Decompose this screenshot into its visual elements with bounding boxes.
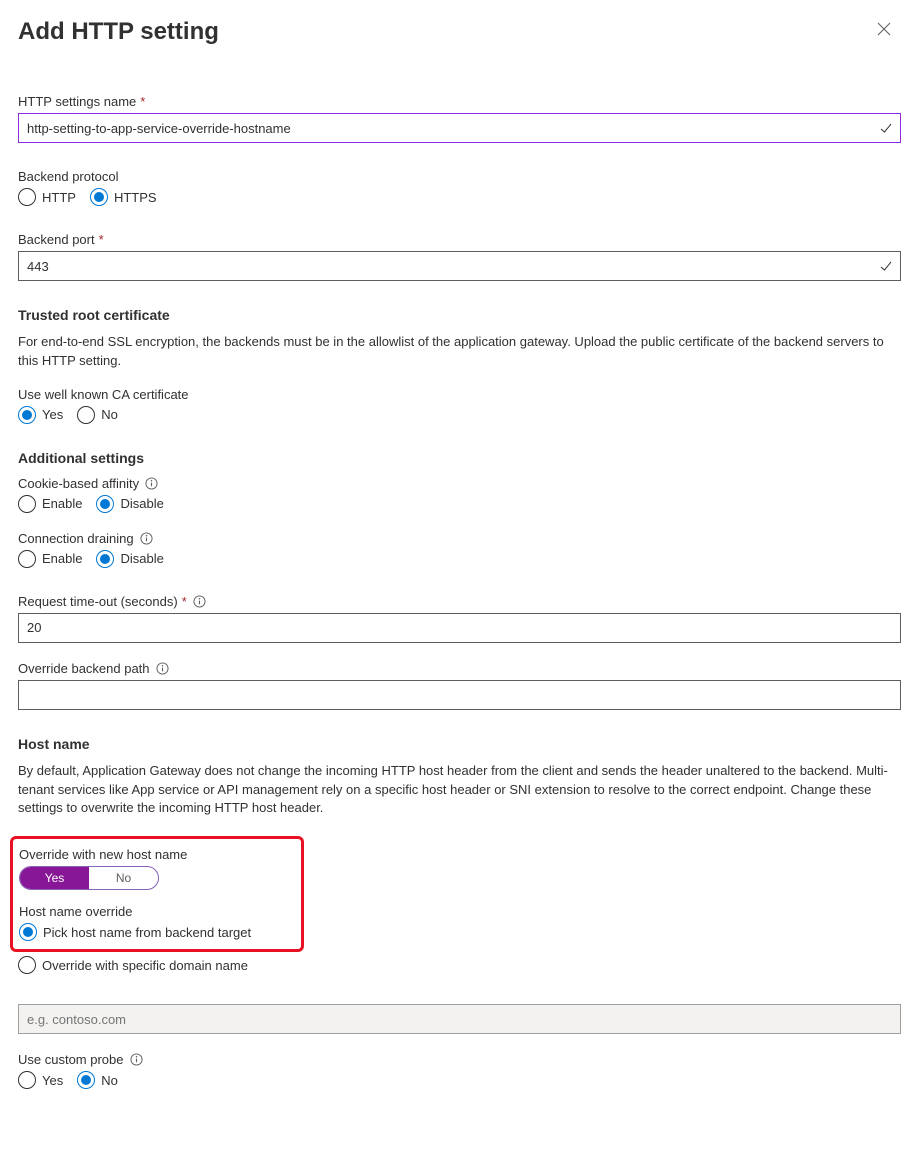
override-new-host-label: Override with new host name	[19, 847, 291, 862]
info-icon[interactable]	[193, 595, 206, 608]
override-new-host-yes[interactable]: Yes	[20, 867, 89, 889]
well-known-ca-yes-radio[interactable]: Yes	[18, 406, 63, 424]
close-button[interactable]	[877, 22, 895, 40]
request-timeout-input[interactable]	[18, 613, 901, 643]
page-title: Add HTTP setting	[18, 18, 219, 46]
radio-icon	[18, 188, 36, 206]
info-icon[interactable]	[156, 662, 169, 675]
override-new-host-toggle[interactable]: Yes No	[19, 866, 159, 890]
override-new-host-no[interactable]: No	[89, 867, 158, 889]
radio-icon	[18, 550, 36, 568]
cookie-affinity-label: Cookie-based affinity	[18, 476, 901, 491]
additional-settings-heading: Additional settings	[18, 450, 901, 466]
override-backend-path-input[interactable]	[18, 680, 901, 710]
override-backend-path-label: Override backend path	[18, 661, 901, 676]
radio-icon	[18, 406, 36, 424]
radio-icon	[19, 923, 37, 941]
radio-icon	[18, 956, 36, 974]
cookie-affinity-enable-radio[interactable]: Enable	[18, 495, 82, 513]
radio-icon	[77, 1071, 95, 1089]
well-known-ca-no-radio[interactable]: No	[77, 406, 118, 424]
connection-draining-enable-radio[interactable]: Enable	[18, 550, 82, 568]
well-known-ca-label: Use well known CA certificate	[18, 387, 901, 402]
host-name-override-specific-domain-radio[interactable]: Override with specific domain name	[18, 956, 901, 974]
host-name-heading: Host name	[18, 736, 901, 752]
host-name-override-pick-backend-radio[interactable]: Pick host name from backend target	[19, 923, 291, 941]
http-settings-name-label: HTTP settings name*	[18, 94, 901, 109]
trusted-root-heading: Trusted root certificate	[18, 307, 901, 323]
host-name-override-label: Host name override	[19, 904, 291, 919]
radio-icon	[18, 495, 36, 513]
trusted-root-desc: For end-to-end SSL encryption, the backe…	[18, 333, 901, 371]
backend-protocol-https-radio[interactable]: HTTPS	[90, 188, 157, 206]
radio-icon	[96, 550, 114, 568]
backend-protocol-label: Backend protocol	[18, 169, 901, 184]
connection-draining-disable-radio[interactable]: Disable	[96, 550, 163, 568]
backend-protocol-http-radio[interactable]: HTTP	[18, 188, 76, 206]
info-icon[interactable]	[145, 477, 158, 490]
custom-probe-no-radio[interactable]: No	[77, 1071, 118, 1089]
host-name-desc: By default, Application Gateway does not…	[18, 762, 901, 819]
use-custom-probe-label: Use custom probe	[18, 1052, 901, 1067]
override-hostname-highlight: Override with new host name Yes No Host …	[10, 836, 304, 952]
info-icon[interactable]	[130, 1053, 143, 1066]
http-settings-name-input[interactable]	[18, 113, 901, 143]
backend-port-input[interactable]	[18, 251, 901, 281]
connection-draining-label: Connection draining	[18, 531, 901, 546]
backend-port-label: Backend port*	[18, 232, 901, 247]
custom-probe-yes-radio[interactable]: Yes	[18, 1071, 63, 1089]
request-timeout-label: Request time-out (seconds)*	[18, 594, 901, 609]
radio-icon	[77, 406, 95, 424]
info-icon[interactable]	[140, 532, 153, 545]
cookie-affinity-disable-radio[interactable]: Disable	[96, 495, 163, 513]
specific-domain-input	[18, 1004, 901, 1034]
close-icon	[877, 22, 891, 36]
radio-icon	[18, 1071, 36, 1089]
radio-icon	[90, 188, 108, 206]
radio-icon	[96, 495, 114, 513]
